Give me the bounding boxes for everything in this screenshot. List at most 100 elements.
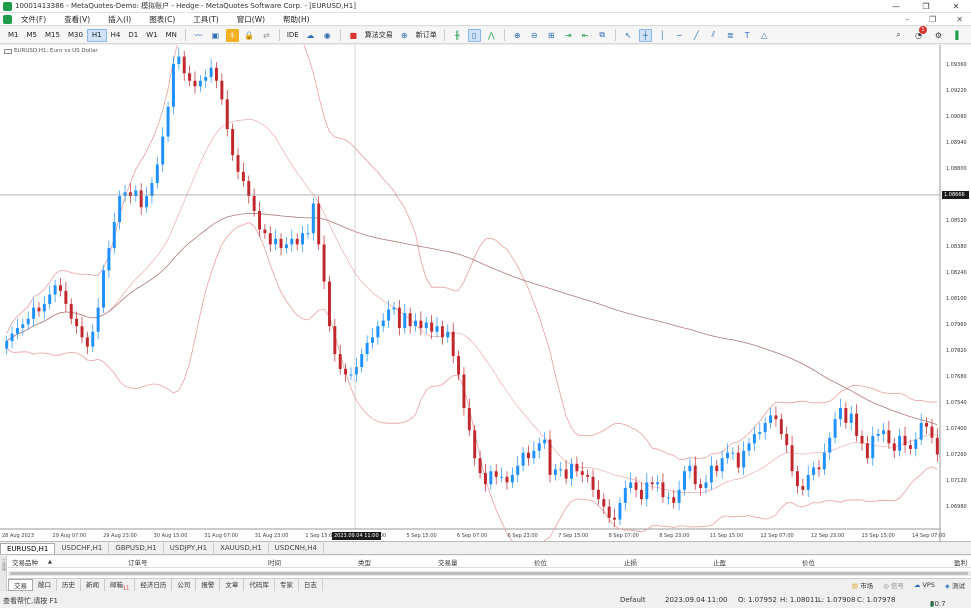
vps-link[interactable]: ☁ VPS xyxy=(914,581,935,589)
menu-bar: 文件(F) 查看(V) 插入(I) 图表(C) 工具(T) 窗口(W) 帮助(H… xyxy=(0,13,971,26)
algo-trading-button[interactable]: 算法交易 xyxy=(365,30,393,40)
fibonacci-icon[interactable]: ≣ xyxy=(724,29,737,42)
timeframe-h1[interactable]: H1 xyxy=(86,28,107,42)
menu-tools[interactable]: 工具(T) xyxy=(184,14,227,25)
menu-help[interactable]: 帮助(H) xyxy=(274,14,319,25)
timeframe-m15[interactable]: M15 xyxy=(41,29,64,42)
text-icon[interactable]: T xyxy=(741,29,754,42)
col-profit[interactable]: 盈利 xyxy=(954,557,967,567)
link-icon[interactable]: ⇄ xyxy=(260,29,273,42)
symbol-tab-eurusd[interactable]: EURUSD,H1 xyxy=(0,543,56,554)
timeframe-d1[interactable]: D1 xyxy=(124,29,142,42)
chart-close-icon[interactable]: ✕ xyxy=(956,15,963,24)
symbol-tab-usdjpy[interactable]: USDJPY,H1 xyxy=(164,543,215,554)
shapes-icon[interactable]: △ xyxy=(758,29,771,42)
search-icon[interactable]: ⌕ xyxy=(892,29,905,42)
symbol-tab-usdcnh[interactable]: USDCNH,H4 xyxy=(269,543,324,554)
menu-charts[interactable]: 图表(C) xyxy=(140,14,184,25)
crosshair-icon[interactable]: ┼ xyxy=(638,28,652,42)
tab-mailbox[interactable]: 邮箱11 xyxy=(105,579,136,591)
symbol-tab-xauusd[interactable]: XAUUSD,H1 xyxy=(214,543,269,554)
candle-body xyxy=(527,452,530,459)
vertical-line-icon[interactable]: │ xyxy=(656,29,669,42)
tile-windows-icon[interactable]: ⊞ xyxy=(545,29,558,42)
minimize-icon[interactable]: — xyxy=(881,0,911,13)
candlestick-icon[interactable]: ▯ xyxy=(467,28,481,42)
zoom-in-icon[interactable]: ⊕ xyxy=(511,29,524,42)
tab-articles[interactable]: 文章 xyxy=(220,579,245,591)
globe-icon[interactable]: ◉ xyxy=(321,29,334,42)
chart-canvas[interactable] xyxy=(0,45,971,542)
col-price[interactable]: 价位 xyxy=(534,557,547,567)
signals-link[interactable]: ◎ 信号 xyxy=(883,580,904,590)
tab-news[interactable]: 新闻 xyxy=(81,579,105,591)
col-sl[interactable]: 止损 xyxy=(624,557,637,567)
screenshot-icon[interactable]: ⧉ xyxy=(596,29,609,42)
candle-body xyxy=(376,326,380,338)
tab-experts[interactable]: 专家 xyxy=(275,579,299,591)
col-symbol[interactable]: 交易品种 xyxy=(12,557,38,567)
lock-icon[interactable]: 🔒 xyxy=(243,29,256,42)
tester-link[interactable]: ◈ 测试 xyxy=(945,580,965,590)
notifications-icon[interactable]: ◔ 1 xyxy=(912,25,927,42)
tab-calendar[interactable]: 经济日历 xyxy=(135,579,173,591)
timeframe-mn[interactable]: MN xyxy=(162,29,181,42)
tab-codebase[interactable]: 代码库 xyxy=(244,579,275,591)
timeframe-h4[interactable]: H4 xyxy=(107,29,125,42)
chart-type-icon[interactable]: ▣ xyxy=(209,29,222,42)
col-current-price[interactable]: 价位 xyxy=(802,557,815,567)
indicators-icon[interactable]: 〰 xyxy=(192,29,205,42)
bar-chart-icon[interactable]: ╫ xyxy=(451,29,464,42)
col-volume[interactable]: 交易量 xyxy=(438,557,458,567)
menu-file[interactable]: 文件(F) xyxy=(12,14,55,25)
menu-view[interactable]: 查看(V) xyxy=(55,14,99,25)
col-ticket[interactable]: 订单号 xyxy=(128,557,148,567)
ide-button[interactable]: IDE xyxy=(287,31,299,39)
zoom-out-icon[interactable]: ⊖ xyxy=(528,29,541,42)
trendline-icon[interactable]: ╱ xyxy=(690,29,703,42)
timeframe-w1[interactable]: W1 xyxy=(142,29,161,42)
chart-minimize-icon[interactable]: – xyxy=(905,15,909,24)
toolbox-scrollbar[interactable] xyxy=(8,571,971,576)
algo-icon[interactable]: $ xyxy=(225,28,239,42)
scrollbar-thumb[interactable] xyxy=(10,572,968,575)
symbol-tab-usdchf[interactable]: USDCHF,H1 xyxy=(55,543,110,554)
tab-exposure[interactable]: 敞口 xyxy=(33,579,57,591)
candle-body xyxy=(75,318,79,327)
line-chart-icon[interactable]: ⋀ xyxy=(485,29,498,42)
col-time[interactable]: 时间 xyxy=(268,557,281,567)
maximize-icon[interactable]: ❐ xyxy=(911,0,941,13)
col-tp[interactable]: 止盈 xyxy=(713,557,726,567)
menu-window[interactable]: 窗口(W) xyxy=(228,14,274,25)
status-profile[interactable]: Default xyxy=(620,596,646,604)
new-order-icon[interactable]: ⊕ xyxy=(398,29,411,42)
menu-insert[interactable]: 插入(I) xyxy=(99,14,140,25)
price-chart[interactable]: EURUSD,H1: Euro vs US Dollar 1.09360 1.09… xyxy=(0,45,971,542)
new-order-button[interactable]: 新订单 xyxy=(416,30,437,40)
tab-alerts[interactable]: 报警 xyxy=(196,579,221,591)
chart-shift-icon[interactable]: ⇤ xyxy=(579,29,592,42)
timeframe-m30[interactable]: M30 xyxy=(64,29,87,42)
cloud-icon[interactable]: ☁ xyxy=(304,29,317,42)
tab-company[interactable]: 公司 xyxy=(172,579,197,591)
candle-body xyxy=(726,452,729,459)
cursor-icon[interactable]: ↖ xyxy=(622,29,635,42)
col-type[interactable]: 类型 xyxy=(358,557,371,567)
symbol-tab-gbpusd[interactable]: GBPUSD,H1 xyxy=(109,543,164,554)
toolbox-side-label[interactable]: 工具箱 xyxy=(0,556,7,591)
tab-history[interactable]: 历史 xyxy=(57,579,81,591)
settings-icon[interactable]: ⚙ xyxy=(932,29,945,42)
tab-trade[interactable]: 交易 xyxy=(8,579,33,591)
channel-icon[interactable]: ⫽ xyxy=(707,29,720,42)
market-link[interactable]: ▤ 市场 xyxy=(852,580,873,590)
algo-trading-icon[interactable]: ■ xyxy=(347,29,360,42)
sort-arrow-icon[interactable]: ▲ xyxy=(48,559,52,565)
timeframe-m1[interactable]: M1 xyxy=(4,29,23,42)
close-icon[interactable]: ✕ xyxy=(941,0,971,13)
chart-restore-icon[interactable]: ❐ xyxy=(929,15,936,24)
tab-mailbox-label: 邮箱 xyxy=(110,581,123,589)
autoscroll-icon[interactable]: ⇥ xyxy=(562,29,575,42)
tab-journal[interactable]: 日志 xyxy=(299,579,323,591)
horizontal-line-icon[interactable]: ─ xyxy=(673,29,686,42)
timeframe-m5[interactable]: M5 xyxy=(23,29,42,42)
